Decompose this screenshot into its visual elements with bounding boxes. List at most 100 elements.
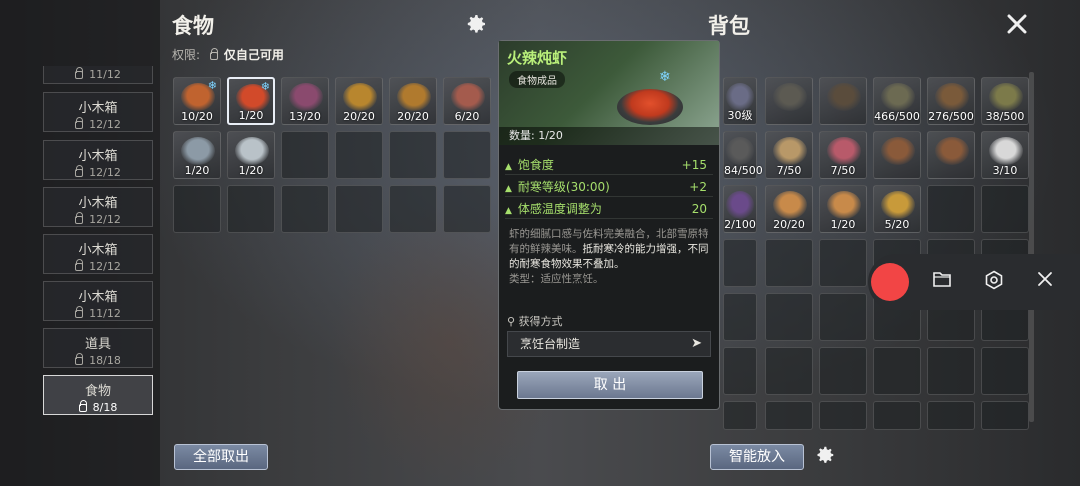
storage-slot-empty[interactable] [335,131,383,179]
backpack-slot-empty[interactable] [765,401,813,430]
backpack-slot-item[interactable]: 20/20 [765,185,813,233]
close-icon[interactable] [1036,270,1054,293]
storage-count: 12/12 [89,213,121,226]
navigate-arrow-icon[interactable]: ➤ [691,332,702,356]
storage-slot-empty[interactable] [281,185,329,233]
backpack-slot-empty[interactable] [819,293,867,341]
storage-count: 11/12 [89,307,121,320]
snowflake-icon: ❄ [207,79,217,92]
item-quantity: 5/20 [884,218,910,231]
backpack-slot-item[interactable] [927,131,975,179]
backpack-slot-item[interactable]: 2/100 [723,185,757,233]
close-icon[interactable] [1005,12,1029,41]
backpack-slot-empty[interactable] [873,401,921,430]
gear-icon[interactable] [814,444,836,471]
backpack-slot-empty[interactable] [981,347,1029,395]
backpack-slot-item[interactable] [873,131,921,179]
stat-row: ▲ 耐寒等级(30:00) +2 [505,177,713,197]
take-all-button[interactable]: 全部取出 [174,444,268,470]
backpack-slot-empty[interactable] [873,347,921,395]
stat-row: ▲ 体感温度调整为 20 [505,199,713,219]
backpack-slot-item[interactable]: 466/500 [873,77,921,125]
backpack-slot-empty[interactable] [765,293,813,341]
backpack-slot-empty[interactable] [927,347,975,395]
storage-slot-item[interactable]: 6/20 [443,77,491,125]
item-quantity: 7/50 [830,164,856,177]
backpack-scrollbar[interactable] [1029,72,1034,422]
item-quantity: 84/500 [724,164,763,177]
backpack-slot-item[interactable] [765,77,813,125]
storage-slot-empty[interactable] [389,185,437,233]
storage-slot-item[interactable]: ❄ 1/20 [227,77,275,125]
backpack-slot-item[interactable]: 7/50 [765,131,813,179]
storage-item[interactable]: 小木箱 12/12 [43,234,153,274]
storage-slot-empty[interactable] [281,131,329,179]
backpack-slot-empty[interactable] [981,185,1029,233]
backpack-slot-empty[interactable] [723,239,757,287]
backpack-slot-empty[interactable] [765,239,813,287]
storage-slot-empty[interactable] [443,131,491,179]
gear-icon[interactable] [464,12,488,41]
storage-slot-item[interactable]: 1/20 [227,131,275,179]
storage-item[interactable]: 小木箱 12/12 [43,140,153,180]
backpack-slot-empty[interactable] [723,293,757,341]
backpack-slot-empty[interactable] [723,347,757,395]
storage-item[interactable]: 道具 18/18 [43,328,153,368]
item-icon [989,137,1023,165]
item-quantity: 1/20 [830,218,856,231]
item-category-tag: 食物成品 [509,71,565,88]
source-row[interactable]: 烹饪台制造 ➤ [507,331,711,357]
backpack-slot-item[interactable]: 276/500 [927,77,975,125]
backpack-slot-empty[interactable] [819,239,867,287]
backpack-slot-empty[interactable] [819,347,867,395]
backpack-slot-item[interactable]: 5/20 [873,185,921,233]
item-quantity: 30级 [727,109,753,122]
storage-item-partial[interactable]: 11/12 [43,66,153,84]
storage-slot-empty[interactable] [227,185,275,233]
lock-icon [75,117,84,129]
backpack-slot-empty[interactable] [765,347,813,395]
storage-slot-empty[interactable] [443,185,491,233]
storage-slot-empty[interactable] [173,185,221,233]
backpack-slot-empty[interactable] [723,401,757,430]
backpack-slot-empty[interactable] [819,401,867,430]
backpack-slot-item[interactable]: 38/500 [981,77,1029,125]
storage-slot-empty[interactable] [389,131,437,179]
hexagon-settings-icon[interactable] [984,270,1004,295]
storage-name: 小木箱 [78,290,118,305]
folder-icon[interactable] [932,270,952,293]
backpack-slot-empty[interactable] [927,185,975,233]
storage-slot-empty[interactable] [335,185,383,233]
backpack-slot-item[interactable]: 1/20 [819,185,867,233]
record-icon[interactable] [871,263,909,301]
smart-store-button[interactable]: 智能放入 [710,444,804,470]
storage-item[interactable]: 小木箱 11/12 [43,281,153,321]
storage-slot-item[interactable]: 20/20 [389,77,437,125]
backpack-slot-item[interactable]: 84/500 [723,131,763,179]
storage-item[interactable]: 小木箱 12/12 [43,92,153,132]
backpack-slot-item[interactable]: 30级 [723,77,757,125]
take-out-button[interactable]: 取 出 [517,371,703,399]
lock-icon [75,259,84,271]
storage-item-active[interactable]: 食物 8/18 [43,375,153,415]
storage-slot-item[interactable]: ❄ 10/20 [173,77,221,125]
stat-value: +15 [681,158,707,172]
storage-slot-item[interactable]: 20/20 [335,77,383,125]
backpack-slot-empty[interactable] [981,401,1029,430]
backpack-slot-item[interactable]: 3/10 [981,131,1029,179]
backpack-slot-item[interactable] [819,77,867,125]
storage-slot-item[interactable]: 1/20 [173,131,221,179]
up-arrow-icon: ▲ [505,206,512,216]
stat-label: 饱食度 [517,158,554,172]
backpack-slot-item[interactable]: 7/50 [819,131,867,179]
item-icon [451,83,485,111]
permission-value: 仅自己可用 [223,48,284,62]
backpack-slot-empty[interactable] [927,401,975,430]
storage-title: 食物 [172,14,214,38]
item-icon [181,137,215,165]
item-icon [773,191,807,219]
storage-item[interactable]: 小木箱 12/12 [43,187,153,227]
storage-slot-item[interactable]: 13/20 [281,77,329,125]
stat-label: 耐寒等级(30:00) [517,180,610,194]
item-icon [935,137,969,165]
